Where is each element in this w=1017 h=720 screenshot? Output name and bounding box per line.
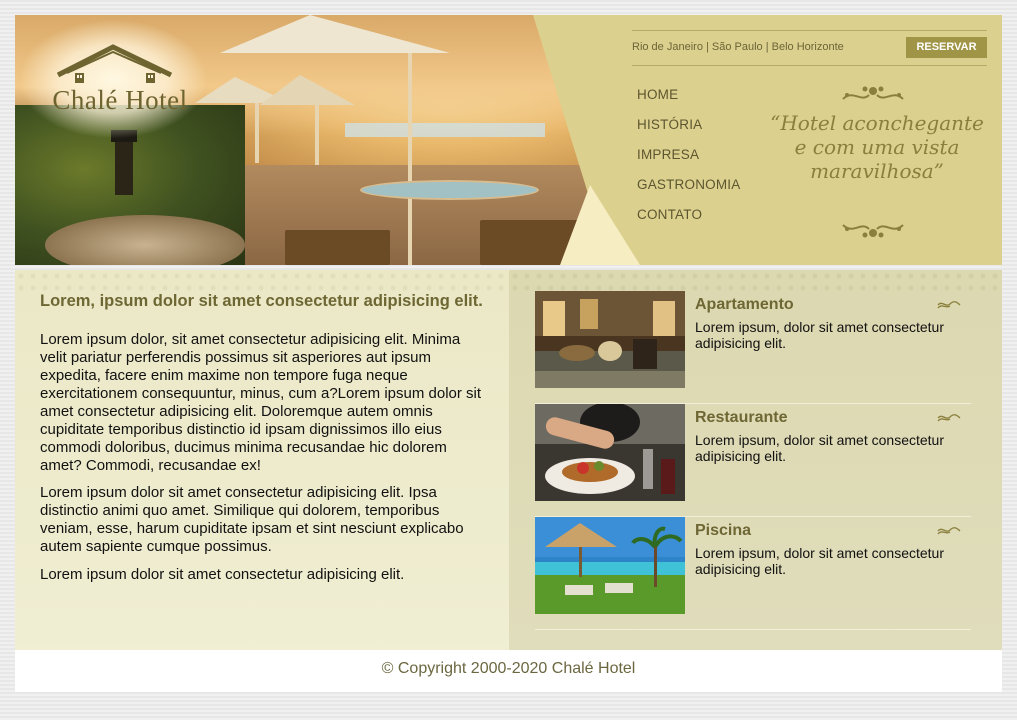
piscina-photo — [535, 517, 685, 614]
article-heading: Lorem, ipsum dolor sit amet consectetur … — [40, 292, 483, 310]
card-piscina[interactable]: Piscina Lorem ipsum, dolor sit amet cons… — [535, 517, 971, 630]
article-paragraph-2: Lorem ipsum dolor sit amet consectetur a… — [40, 484, 464, 555]
header-topbar: Rio de Janeiro | São Paulo | Belo Horizo… — [632, 30, 987, 66]
main-content: Lorem, ipsum dolor sit amet consectetur … — [15, 270, 1002, 653]
ornament-top-icon — [842, 86, 904, 100]
nav-historia[interactable]: HISTÓRIA — [637, 117, 740, 147]
card-description: Lorem ipsum, dolor sit amet consectetur … — [695, 545, 944, 577]
article-panel: Lorem, ipsum dolor sit amet consectetur … — [15, 270, 509, 653]
article-paragraph-1: Lorem ipsum dolor, sit amet consectetur … — [40, 331, 482, 474]
nav-impresa[interactable]: IMPRESA — [637, 147, 740, 177]
tagline-line-3: maravilhosa” — [810, 159, 944, 183]
card-restaurante[interactable]: Restaurante Lorem ipsum, dolor sit amet … — [535, 404, 971, 517]
apartamento-photo — [535, 291, 685, 388]
reserve-button[interactable]: RESERVAR — [906, 37, 987, 58]
nav-contato[interactable]: CONTATO — [637, 207, 740, 237]
site-header: Chalé Hotel Rio de Janeiro | São Paulo |… — [15, 15, 1002, 265]
wave-ornament-icon — [937, 301, 961, 309]
city-list: Rio de Janeiro | São Paulo | Belo Horizo… — [632, 41, 844, 53]
card-description: Lorem ipsum, dolor sit amet consectetur … — [695, 319, 944, 351]
nav-gastronomia[interactable]: GASTRONOMIA — [637, 177, 740, 207]
nav-home[interactable]: HOME — [637, 87, 740, 117]
tagline-line-2: e com uma vista — [794, 135, 960, 159]
ornament-bottom-icon — [842, 224, 904, 238]
card-description: Lorem ipsum, dolor sit amet consectetur … — [695, 432, 944, 464]
wave-ornament-icon — [937, 414, 961, 422]
site-footer: © Copyright 2000-2020 Chalé Hotel — [15, 650, 1002, 692]
features-panel: Apartamento Lorem ipsum, dolor sit amet … — [509, 270, 1002, 653]
logo-text: Chalé Hotel — [52, 85, 188, 115]
wave-ornament-icon — [937, 527, 961, 535]
restaurante-photo — [535, 404, 685, 501]
main-navigation: HOME HISTÓRIA IMPRESA GASTRONOMIA CONTAT… — [637, 87, 740, 237]
copyright-text: © Copyright 2000-2020 Chalé Hotel — [381, 660, 636, 677]
hotel-tagline: “Hotel aconchegante e com uma vista mara… — [757, 111, 997, 183]
article-paragraph-3: Lorem ipsum dolor sit amet consectetur a… — [40, 566, 405, 583]
card-title: Restaurante — [695, 409, 788, 426]
house-roof-icon — [56, 44, 173, 83]
card-title: Apartamento — [695, 296, 794, 313]
card-title: Piscina — [695, 522, 752, 539]
hotel-logo[interactable]: Chalé Hotel — [18, 19, 208, 139]
page-wrapper: Chalé Hotel Rio de Janeiro | São Paulo |… — [15, 15, 1002, 653]
tagline-line-1: “Hotel aconchegante — [770, 111, 984, 135]
card-apartamento[interactable]: Apartamento Lorem ipsum, dolor sit amet … — [535, 291, 971, 404]
